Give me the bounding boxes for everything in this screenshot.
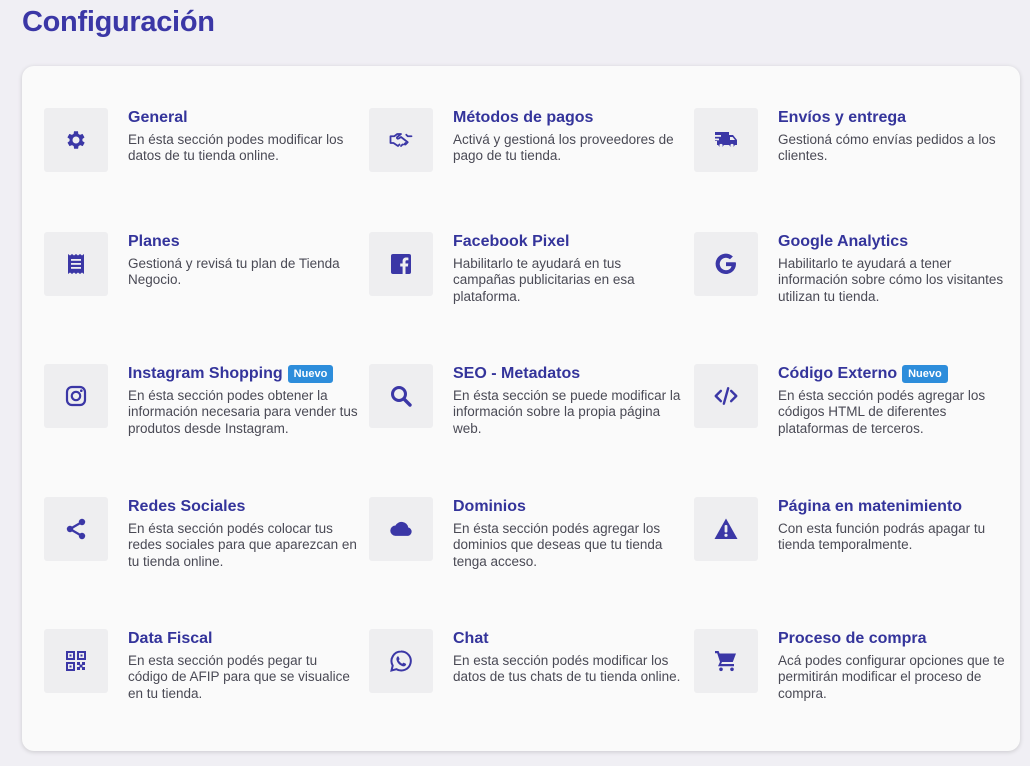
settings-item-description: En esta sección podés modificar los dato… [453,653,681,685]
settings-item-title-row: Envíos y entrega [778,108,1008,128]
settings-item-text: Planes Gestioná y revisá tu plan de Tiend… [128,232,358,289]
settings-item-dominios[interactable]: Dominios En ésta sección podés agregar lo… [369,497,694,629]
settings-item-title[interactable]: Data Fiscal [128,630,212,648]
settings-item-google-analytics[interactable]: Google Analytics Habilitarlo te ayudará a… [694,232,1019,364]
settings-item-proceso-de-compra[interactable]: Proceso de compra Acá podes configurar op… [694,629,1019,761]
qr-code-icon [44,629,108,693]
settings-item-data-fiscal[interactable]: Data Fiscal En esta sección podés pegar t… [44,629,369,761]
settings-grid: General En ésta sección podes modificar l… [44,108,1019,761]
settings-item-title[interactable]: Facebook Pixel [453,233,570,251]
settings-item-title-row: Código Externo Nuevo [778,364,1008,384]
settings-item-text: Instagram Shopping Nuevo En ésta sección p… [128,364,358,437]
settings-item-text: Página en matenimiento Con esta función p… [778,497,1008,554]
settings-item-title[interactable]: Página en matenimiento [778,498,962,516]
settings-item-description: En ésta sección podés colocar tus redes … [128,521,357,569]
settings-card: General En ésta sección podes modificar l… [22,66,1020,751]
settings-item-description: Con esta función podrás apagar tu tienda… [778,521,986,553]
page-title: Configuración [22,6,215,38]
settings-item-title[interactable]: Envíos y entrega [778,109,906,127]
settings-item-planes[interactable]: Planes Gestioná y revisá tu plan de Tiend… [44,232,369,364]
settings-item-title-row: Facebook Pixel [453,232,683,252]
settings-item-title-row: Instagram Shopping Nuevo [128,364,358,384]
settings-item-text: Envíos y entrega Gestioná cómo envías ped… [778,108,1008,165]
settings-item-description: En ésta sección podes obtener la informa… [128,388,358,436]
settings-item-instagram-shopping[interactable]: Instagram Shopping Nuevo En ésta sección p… [44,364,369,497]
cart-icon [694,629,758,693]
truck-icon [694,108,758,172]
new-badge: Nuevo [902,365,948,383]
settings-item-title-row: Data Fiscal [128,629,358,649]
share-icon [44,497,108,561]
new-badge: Nuevo [287,365,334,383]
settings-item-chat[interactable]: Chat En esta sección podés modificar los … [369,629,694,761]
settings-item-title[interactable]: Proceso de compra [778,630,927,648]
settings-item-title[interactable]: Métodos de pagos [453,109,593,127]
warning-icon [694,497,758,561]
settings-item-title[interactable]: General [128,109,188,127]
settings-item-text: General En ésta sección podes modificar l… [128,108,358,165]
settings-item-description: Gestioná cómo envías pedidos a los clien… [778,132,996,164]
search-icon [369,364,433,428]
settings-item-description: Activá y gestioná los proveedores de pag… [453,132,674,164]
settings-item-text: Facebook Pixel Habilitarlo te ayudará en … [453,232,683,305]
instagram-icon [44,364,108,428]
settings-item-text: SEO - Metadatos En ésta sección se puede … [453,364,683,437]
settings-item-title[interactable]: Google Analytics [778,233,908,251]
facebook-icon [369,232,433,296]
settings-item-title-row: Página en matenimiento [778,497,1008,517]
settings-item-facebook-pixel[interactable]: Facebook Pixel Habilitarlo te ayudará en … [369,232,694,364]
handshake-icon [369,108,433,172]
settings-item-title[interactable]: Dominios [453,498,526,516]
settings-item-seo-metadatos[interactable]: SEO - Metadatos En ésta sección se puede … [369,364,694,497]
code-icon [694,364,758,428]
google-icon [694,232,758,296]
settings-item-description: Habilitarlo te ayudará a tener informaci… [778,256,1004,304]
settings-item-title[interactable]: Código Externo [778,365,897,383]
cloud-icon [369,497,433,561]
settings-item-text: Redes Sociales En ésta sección podés colo… [128,497,358,570]
settings-item-title[interactable]: Redes Sociales [128,498,245,516]
whatsapp-icon [369,629,433,693]
settings-item-description: Acá podes configurar opciones que te per… [778,653,1005,701]
settings-item-title-row: SEO - Metadatos [453,364,683,384]
settings-item-description: En ésta sección podés agregar los domini… [453,521,663,569]
settings-item-title-row: General [128,108,358,128]
settings-item-redes-sociales[interactable]: Redes Sociales En ésta sección podés colo… [44,497,369,629]
settings-item-text: Google Analytics Habilitarlo te ayudará a… [778,232,1008,305]
settings-item-title-row: Chat [453,629,683,649]
settings-item-title-row: Redes Sociales [128,497,358,517]
settings-item-text: Código Externo Nuevo En ésta sección podés… [778,364,1008,437]
settings-item-codigo-externo[interactable]: Código Externo Nuevo En ésta sección podés… [694,364,1019,497]
settings-item-title[interactable]: Planes [128,233,180,251]
settings-item-description: En ésta sección podés agregar los código… [778,388,986,436]
settings-item-metodos-de-pagos[interactable]: Métodos de pagos Activá y gestioná los pr… [369,108,694,232]
settings-item-title-row: Métodos de pagos [453,108,683,128]
settings-item-envios-y-entrega[interactable]: Envíos y entrega Gestioná cómo envías ped… [694,108,1019,232]
settings-item-text: Chat En esta sección podés modificar los … [453,629,683,686]
settings-item-description: En ésta sección podes modificar los dato… [128,132,344,164]
settings-item-text: Data Fiscal En esta sección podés pegar t… [128,629,358,702]
settings-item-title-row: Planes [128,232,358,252]
settings-item-description: En esta sección podés pegar tu código de… [128,653,350,701]
settings-item-pagina-en-matenimiento[interactable]: Página en matenimiento Con esta función p… [694,497,1019,629]
gear-icon [44,108,108,172]
settings-item-description: Gestioná y revisá tu plan de Tienda Nego… [128,256,340,288]
settings-item-text: Dominios En ésta sección podés agregar lo… [453,497,683,570]
settings-item-description: Habilitarlo te ayudará en tus campañas p… [453,256,635,304]
settings-item-description: En ésta sección se puede modificar la in… [453,388,681,436]
receipt-icon [44,232,108,296]
settings-item-title-row: Proceso de compra [778,629,1008,649]
settings-item-general[interactable]: General En ésta sección podes modificar l… [44,108,369,232]
settings-item-text: Proceso de compra Acá podes configurar op… [778,629,1008,702]
settings-item-text: Métodos de pagos Activá y gestioná los pr… [453,108,683,165]
settings-item-title-row: Google Analytics [778,232,1008,252]
settings-item-title-row: Dominios [453,497,683,517]
settings-item-title[interactable]: SEO - Metadatos [453,365,580,383]
settings-item-title[interactable]: Chat [453,630,489,648]
settings-item-title[interactable]: Instagram Shopping [128,365,283,383]
